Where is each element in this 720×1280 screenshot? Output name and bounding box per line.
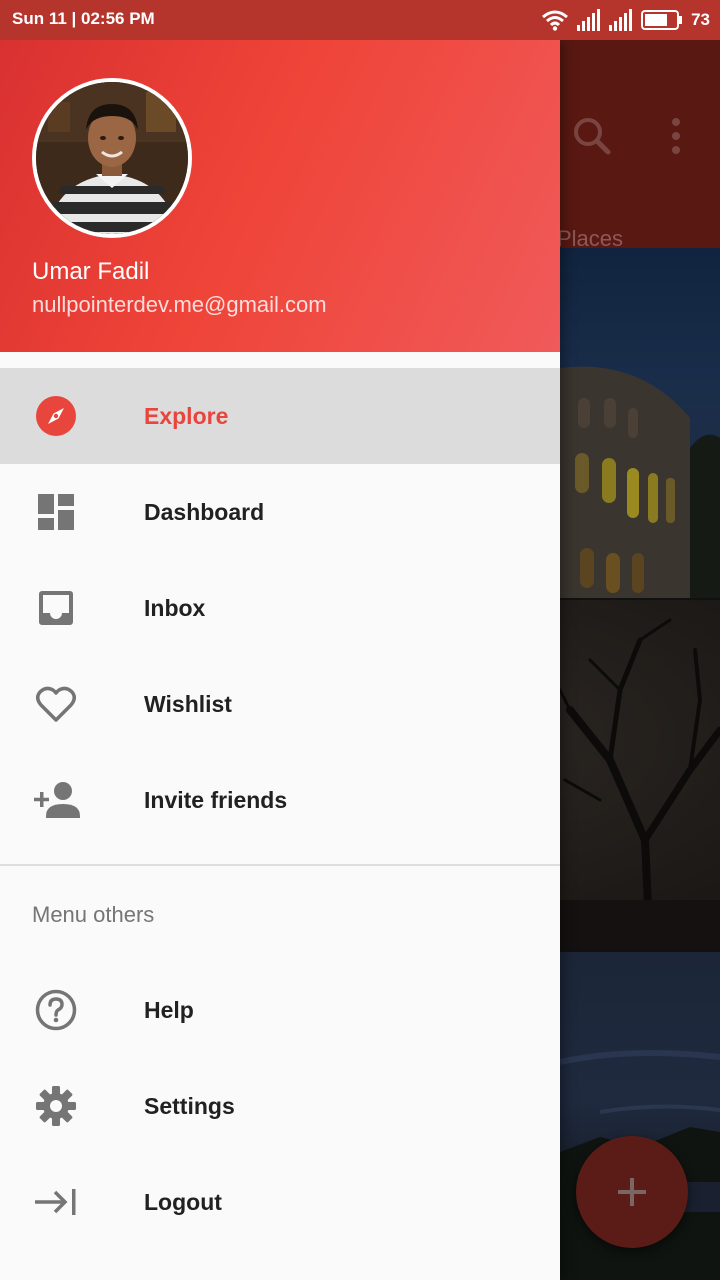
drawer-menu: Explore Dashboard Inbox Wishlist Invite …	[0, 368, 560, 848]
drawer-item-settings[interactable]: Settings	[0, 1058, 560, 1154]
status-bar: Sun 11 | 02:56 PM 73	[0, 0, 720, 40]
inbox-icon	[32, 584, 80, 632]
user-email: nullpointerdev.me@gmail.com	[32, 292, 327, 317]
drawer-header: Umar Fadil nullpointerdev.me@gmail.com	[0, 40, 560, 352]
user-name: Umar Fadil	[32, 258, 150, 285]
battery-icon	[641, 10, 683, 30]
drawer-item-label: Invite friends	[144, 786, 288, 813]
drawer-item-wishlist[interactable]: Wishlist	[0, 656, 560, 752]
add-fab-button[interactable]	[576, 1136, 688, 1248]
drawer-item-logout[interactable]: Logout	[0, 1154, 560, 1250]
drawer-menu-others: Help Settings Logout	[0, 962, 560, 1250]
help-icon	[32, 986, 80, 1034]
wifi-icon	[542, 10, 569, 31]
signal-icon	[609, 9, 633, 31]
add-icon	[618, 1178, 646, 1206]
heart-icon	[32, 680, 80, 728]
dashboard-icon	[32, 488, 80, 536]
status-time: Sun 11 | 02:56 PM	[12, 9, 155, 28]
search-icon[interactable]	[570, 114, 614, 158]
drawer-item-inbox[interactable]: Inbox	[0, 560, 560, 656]
drawer-item-label: Wishlist	[144, 690, 232, 717]
drawer-item-label: Help	[144, 996, 194, 1023]
drawer-item-label: Dashboard	[144, 498, 265, 525]
section-title: Menu others	[32, 902, 155, 927]
navigation-drawer: Umar Fadil nullpointerdev.me@gmail.com E…	[0, 40, 560, 1280]
signal-icon	[577, 9, 601, 31]
logout-icon	[32, 1178, 80, 1226]
drawer-item-label: Explore	[144, 402, 229, 429]
compass-icon	[32, 392, 80, 440]
drawer-item-invite-friends[interactable]: Invite friends	[0, 752, 560, 848]
drawer-item-label: Logout	[144, 1188, 222, 1215]
more-vert-icon[interactable]	[660, 114, 692, 158]
status-icons: 73	[541, 7, 710, 33]
person-add-icon	[32, 776, 80, 824]
settings-icon	[32, 1082, 80, 1130]
divider	[0, 864, 560, 866]
battery-level: 73	[691, 10, 710, 29]
drawer-item-help[interactable]: Help	[0, 962, 560, 1058]
drawer-item-label: Inbox	[144, 594, 206, 621]
drawer-item-dashboard[interactable]: Dashboard	[0, 464, 560, 560]
avatar[interactable]	[32, 78, 192, 238]
drawer-item-label: Settings	[144, 1092, 235, 1119]
drawer-item-explore[interactable]: Explore	[0, 368, 560, 464]
